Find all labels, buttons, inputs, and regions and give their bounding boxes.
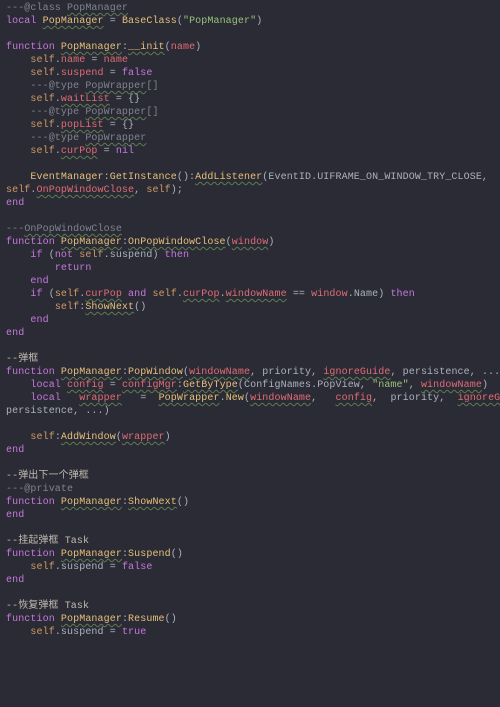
code-editor: ---@class PopManager local PopManager = … bbox=[0, 0, 500, 639]
